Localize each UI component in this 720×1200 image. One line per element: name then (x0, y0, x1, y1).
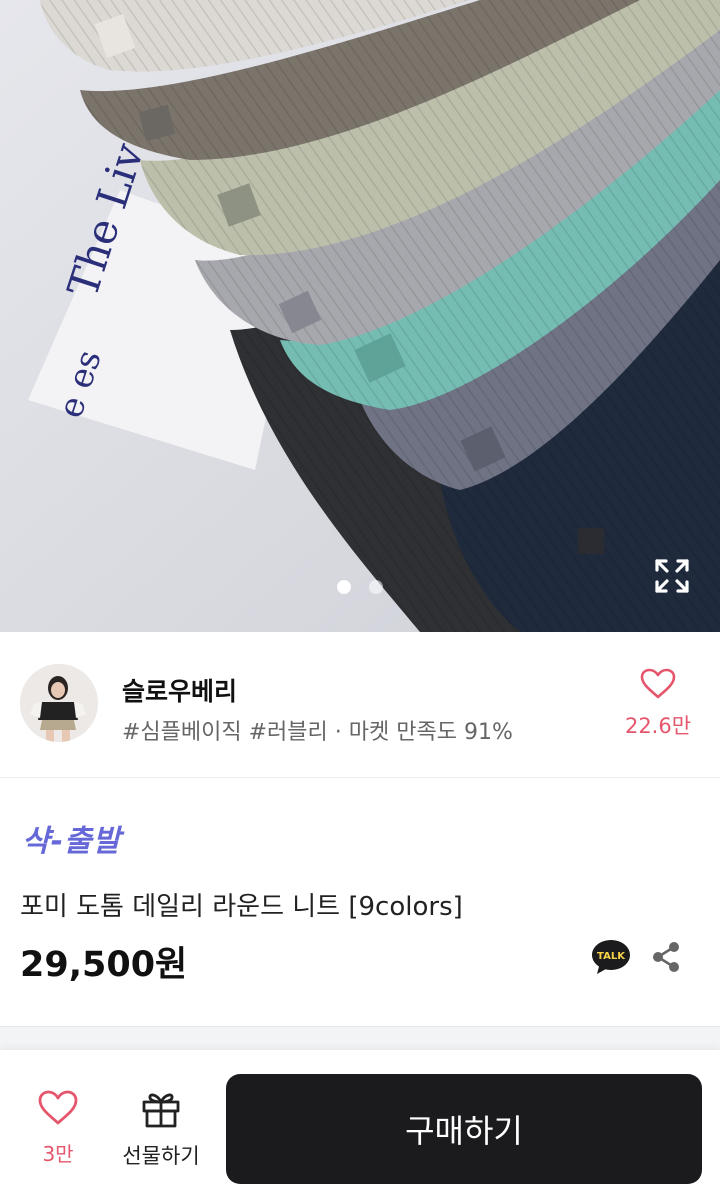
svg-text:TALK: TALK (597, 951, 626, 962)
product-price: 29,500원 (20, 945, 188, 985)
section-divider (0, 1026, 720, 1050)
gift-icon (142, 1093, 180, 1128)
heart-icon (38, 1090, 78, 1125)
expand-icon[interactable] (654, 558, 690, 594)
product-image-carousel[interactable]: The Live e es (0, 0, 720, 632)
carousel-dot-2[interactable] (369, 580, 383, 594)
seller-avatar[interactable] (20, 664, 98, 742)
talk-icon[interactable]: TALK (590, 938, 632, 976)
product-title: 포미 도톰 데일리 라운드 니트 [9colors] (20, 892, 463, 922)
bottom-action-bar: 3만 선물하기 구매하기 (0, 1050, 720, 1200)
like-count: 3만 (42, 1142, 74, 1166)
share-icon[interactable] (650, 940, 682, 974)
seller-tags: #심플베이직 #러블리 · 마켓 만족도 91% (122, 720, 513, 745)
like-button[interactable]: 3만 (30, 1090, 86, 1167)
seller-name[interactable]: 슬로우베리 (122, 672, 237, 708)
seller-like-count: 22.6만 (624, 714, 692, 738)
product-photo: The Live e es (0, 0, 720, 632)
seller-info[interactable]: 슬로우베리 #심플베이직 #러블리 · 마켓 만족도 91% 22.6만 (0, 632, 720, 778)
shipping-badge: 샥-출발 (22, 824, 122, 859)
carousel-indicator (0, 580, 720, 594)
product-info: 샥-출발 포미 도톰 데일리 라운드 니트 [9colors] 29,500원 … (0, 778, 720, 1026)
buy-button[interactable]: 구매하기 (226, 1074, 702, 1184)
carousel-dot-1[interactable] (337, 580, 351, 594)
heart-icon (640, 668, 676, 699)
seller-like-button[interactable]: 22.6만 (618, 668, 698, 740)
gift-label: 선물하기 (122, 1144, 200, 1168)
gift-button[interactable]: 선물하기 (116, 1090, 206, 1170)
